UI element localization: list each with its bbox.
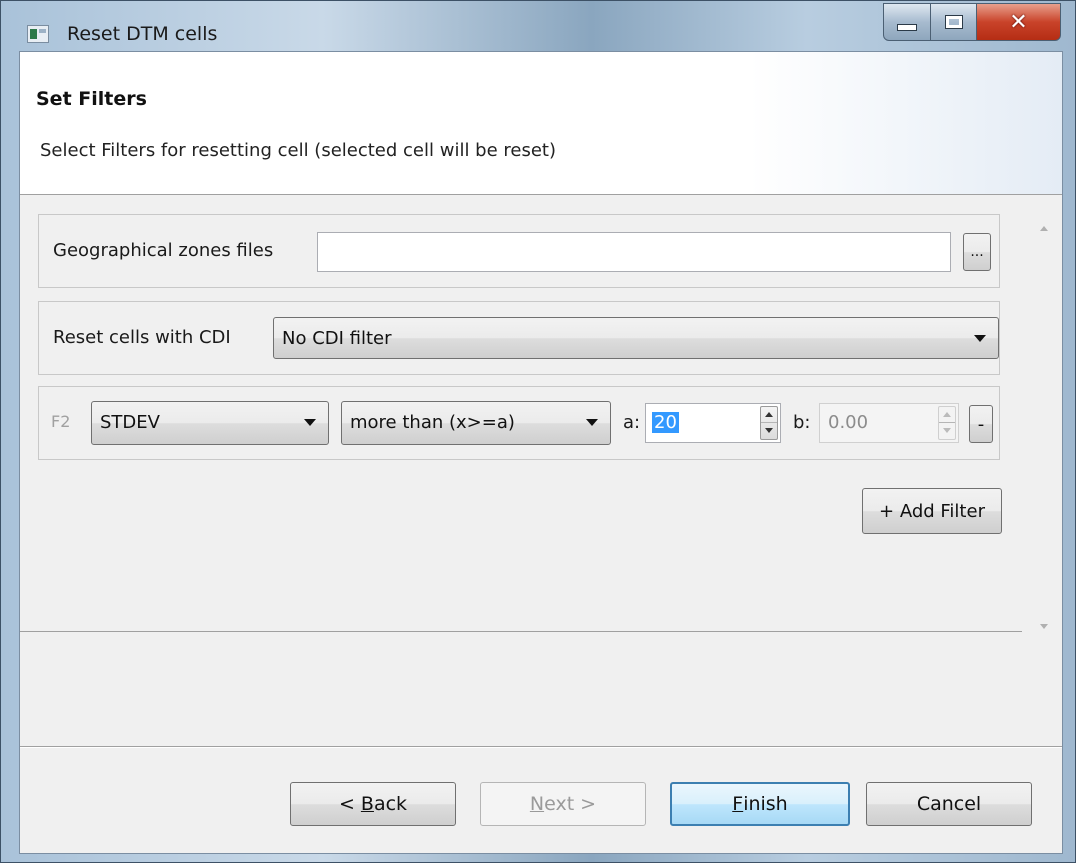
minimize-icon [897, 23, 917, 31]
back-button-mnemonic: B [360, 793, 374, 815]
spin-down-icon [943, 428, 951, 433]
remove-filter-button[interactable]: - [969, 405, 993, 443]
filters-scroll-area[interactable]: Geographical zones files ... Reset cells… [20, 198, 1022, 632]
scroll-down-icon[interactable] [1040, 624, 1048, 629]
next-button-rest: ext > [544, 793, 597, 815]
b-value: 0.00 [828, 412, 869, 433]
cdi-label: Reset cells with CDI [53, 327, 231, 348]
a-spinner-buttons[interactable] [760, 406, 778, 440]
a-value-spinner[interactable]: 20 [645, 403, 781, 443]
filter-operator-select[interactable]: more than (x>=a) [341, 401, 611, 445]
spin-up-icon [765, 412, 773, 417]
a-value: 20 [652, 412, 679, 433]
spinner-divider [761, 422, 777, 423]
finish-button-rest: inish [743, 793, 788, 815]
maximize-button[interactable] [931, 3, 977, 41]
close-icon: ✕ [1009, 9, 1028, 35]
dialog-window: Reset DTM cells ✕ Set Filters Select Fil… [0, 0, 1076, 863]
next-button-mnemonic: N [529, 793, 545, 815]
next-button[interactable]: Next > [480, 782, 646, 826]
geo-zones-input[interactable] [317, 232, 951, 272]
a-label: a: [623, 412, 641, 433]
app-icon [27, 25, 49, 43]
spin-up-icon [943, 412, 951, 417]
cdi-group: Reset cells with CDI No CDI filter [38, 301, 1000, 375]
back-button-prefix: < [338, 793, 361, 815]
filter-operator-value: more than (x>=a) [350, 412, 515, 433]
title-bar[interactable]: Reset DTM cells ✕ [1, 1, 1075, 51]
cdi-select-value: No CDI filter [282, 328, 392, 349]
add-filter-button[interactable]: + Add Filter [862, 488, 1002, 534]
wizard-header: Set Filters Select Filters for resetting… [20, 52, 1062, 195]
footer-divider-highlight [20, 747, 1062, 748]
filter-id-label: F2 [51, 412, 71, 431]
maximize-icon [944, 15, 963, 29]
finish-button-mnemonic: F [732, 793, 744, 815]
finish-button[interactable]: Finish [670, 782, 850, 826]
dialog-client-area: Set Filters Select Filters for resetting… [19, 51, 1063, 854]
chevron-down-icon [974, 335, 986, 342]
cdi-select[interactable]: No CDI filter [273, 317, 999, 359]
filter-row: F2 STDEV more than (x>=a) a: 20 b: 0.00 … [38, 386, 1000, 460]
scroll-up-icon[interactable] [1040, 226, 1048, 231]
window-title: Reset DTM cells [67, 23, 218, 45]
geo-zones-label: Geographical zones files [53, 240, 274, 261]
cancel-button[interactable]: Cancel [866, 782, 1032, 826]
chevron-down-icon [586, 419, 598, 426]
back-button[interactable]: < Back [290, 782, 456, 826]
chevron-down-icon [304, 419, 316, 426]
b-label: b: [793, 412, 811, 433]
geo-zones-group: Geographical zones files ... [38, 214, 1000, 288]
page-description: Select Filters for resetting cell (selec… [40, 140, 556, 161]
vertical-scrollbar[interactable] [1026, 198, 1062, 638]
back-button-rest: ack [373, 793, 408, 815]
spinner-divider [939, 422, 955, 423]
b-spinner-buttons [938, 406, 956, 440]
filter-field-select[interactable]: STDEV [91, 401, 329, 445]
spin-down-icon [765, 428, 773, 433]
browse-button[interactable]: ... [963, 233, 991, 271]
page-title: Set Filters [36, 88, 147, 110]
minimize-button[interactable] [883, 3, 931, 41]
filter-field-value: STDEV [100, 412, 160, 433]
b-value-spinner: 0.00 [819, 403, 959, 443]
window-controls: ✕ [883, 3, 1061, 43]
close-button[interactable]: ✕ [977, 3, 1061, 41]
